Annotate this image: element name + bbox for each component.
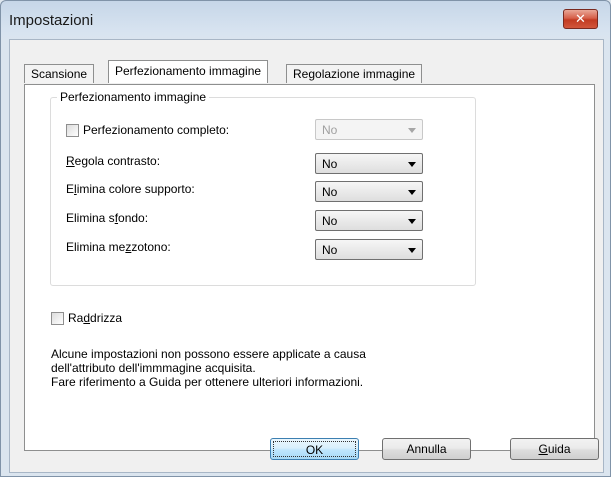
- group-legend: Perfezionamento immagine: [57, 90, 210, 104]
- tab-perfezionamento-immagine[interactable]: Perfezionamento immagine: [108, 60, 269, 83]
- contrast-value: No: [322, 157, 338, 171]
- tab-panel: Perfezionamento immagine Perfezionamento…: [24, 84, 595, 451]
- full-enhancement-value: No: [322, 123, 338, 137]
- contrast-label: Regola contrasto:: [66, 154, 161, 168]
- tab-regolazione-immagine[interactable]: Regolazione immagine: [286, 64, 423, 83]
- settings-dialog: Impostazioni ✕ Scansione Perfezionamento…: [0, 0, 611, 477]
- dialog-body: Scansione Perfezionamento immagine Regol…: [9, 39, 604, 473]
- info-note-line: Fare riferimento a Guida per ottenere ul…: [51, 375, 364, 389]
- help-button[interactable]: Guida: [510, 438, 599, 460]
- chevron-down-icon: [408, 190, 416, 195]
- tab-scansione[interactable]: Scansione: [24, 64, 95, 83]
- chevron-down-icon: [408, 162, 416, 167]
- remove-backing-color-label: Elimina colore supporto:: [66, 182, 195, 196]
- info-note-line: Alcune impostazioni non possono essere a…: [51, 347, 366, 361]
- remove-halftone-label: Elimina mezzotono:: [66, 240, 171, 254]
- remove-background-select[interactable]: No: [315, 210, 423, 231]
- full-enhancement-select: No: [315, 119, 423, 140]
- info-note: Alcune impostazioni non possono essere a…: [51, 347, 366, 389]
- close-icon: ✕: [575, 11, 586, 26]
- cancel-button[interactable]: Annulla: [382, 438, 471, 460]
- remove-halftone-select[interactable]: No: [315, 239, 423, 260]
- remove-background-label: Elimina sfondo:: [66, 211, 149, 225]
- full-enhancement-label: Perfezionamento completo:: [83, 123, 230, 137]
- remove-backing-color-value: No: [322, 185, 338, 199]
- chevron-down-icon: [408, 128, 416, 133]
- remove-background-value: No: [322, 214, 338, 228]
- remove-halftone-value: No: [322, 243, 338, 257]
- window-title: Impostazioni: [9, 12, 94, 29]
- remove-backing-color-select[interactable]: No: [315, 181, 423, 202]
- info-note-line: dell'attributo dell'immmagine acquisita.: [51, 361, 256, 375]
- close-button[interactable]: ✕: [563, 9, 598, 29]
- contrast-select[interactable]: No: [315, 153, 423, 174]
- chevron-down-icon: [408, 219, 416, 224]
- straighten-label: Raddrizza: [68, 311, 123, 325]
- full-enhancement-checkbox[interactable]: [66, 124, 79, 137]
- straighten-checkbox[interactable]: [51, 312, 64, 325]
- enhancement-group: Perfezionamento immagine Perfezionamento…: [50, 90, 476, 286]
- ok-button-label: OK: [273, 441, 356, 457]
- ok-button[interactable]: OK: [270, 438, 359, 460]
- chevron-down-icon: [408, 248, 416, 253]
